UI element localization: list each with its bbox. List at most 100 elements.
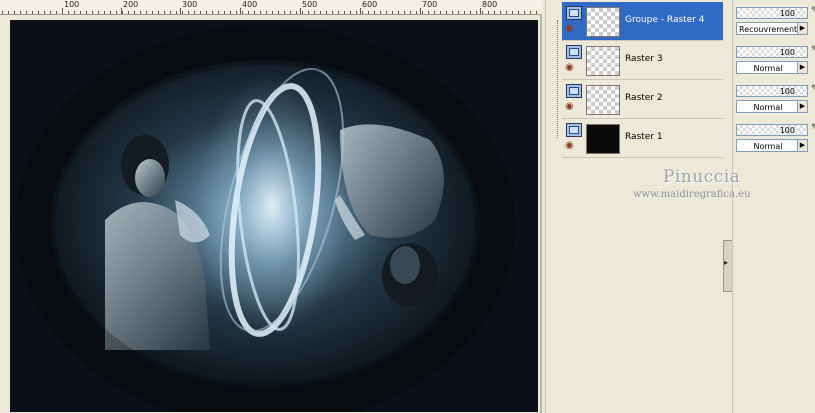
eye-icon[interactable]: ◉: [565, 24, 574, 34]
ruler-minor-tick: [140, 11, 141, 14]
ruler-minor-tick: [284, 11, 285, 14]
ruler-minor-tick: [326, 11, 327, 14]
ruler-minor-tick: [128, 11, 129, 14]
ruler-minor-tick: [38, 11, 39, 14]
canvas-scrollbar[interactable]: [540, 14, 542, 413]
pencil-icon[interactable]: ✎: [811, 84, 815, 98]
opacity-slider[interactable]: 100: [736, 46, 808, 58]
ruler-minor-tick: [500, 11, 501, 14]
layer-row-raster-2[interactable]: ◉ Raster 2: [562, 80, 723, 119]
layer-thumbnail: [586, 124, 620, 154]
ruler-minor-tick: [494, 11, 495, 14]
dropdown-arrow-icon[interactable]: ▶: [797, 140, 807, 151]
ruler-minor-tick: [2, 11, 3, 14]
blend-mode-select[interactable]: Normal ▶: [736, 139, 808, 152]
ruler-minor-tick: [470, 11, 471, 14]
ruler-minor-tick: [152, 11, 153, 14]
panel-splitter[interactable]: [545, 0, 555, 413]
layer-row-raster-1[interactable]: ◉ Raster 1: [562, 119, 723, 158]
ruler-minor-tick: [104, 11, 105, 14]
ruler-minor-tick: [380, 11, 381, 14]
ruler-minor-tick: [248, 11, 249, 14]
blend-mode-select[interactable]: Recouvrement ▶: [736, 22, 808, 35]
ruler-minor-tick: [458, 11, 459, 14]
ruler-minor-tick: [344, 11, 345, 14]
ruler-label: 500: [302, 0, 318, 9]
ruler-minor-tick: [260, 11, 261, 14]
blend-mode-value: Recouvrement: [739, 25, 798, 34]
ruler-minor-tick: [14, 11, 15, 14]
opacity-slider[interactable]: 100: [736, 124, 808, 136]
layer-row-raster-3[interactable]: ◉ Raster 3: [562, 41, 723, 80]
ruler-minor-tick: [518, 11, 519, 14]
ruler-minor-tick: [338, 11, 339, 14]
ruler-minor-tick: [194, 11, 195, 14]
image-canvas[interactable]: [10, 20, 538, 412]
artwork-image: [10, 20, 538, 412]
ruler-minor-tick: [512, 11, 513, 14]
ruler-minor-tick: [56, 11, 57, 14]
ruler-tick: [240, 8, 241, 14]
layer-row-groupe-raster-4[interactable]: ◉ Groupe - Raster 4: [562, 2, 723, 41]
layer-props-2: 100 Normal ▶ ✎: [735, 80, 815, 118]
ruler-minor-tick: [308, 11, 309, 14]
dropdown-arrow-icon[interactable]: ▶: [797, 62, 807, 73]
blend-mode-select[interactable]: Normal ▶: [736, 100, 808, 113]
ruler-minor-tick: [134, 11, 135, 14]
ruler-minor-tick: [386, 11, 387, 14]
ruler-minor-tick: [482, 11, 483, 14]
raster-layer-icon[interactable]: [566, 84, 582, 98]
ruler-minor-tick: [80, 11, 81, 14]
ruler-tick: [480, 8, 481, 14]
ruler-minor-tick: [26, 11, 27, 14]
layer-properties-panel: 100 Recouvrement ▶ ✎ 100 Normal ▶ ✎ 100 …: [732, 0, 815, 413]
horizontal-ruler: 100 200 300 400 500 600 700 800: [0, 0, 542, 15]
ruler-minor-tick: [236, 11, 237, 14]
ruler-minor-tick: [8, 11, 9, 14]
ruler-minor-tick: [392, 11, 393, 14]
ruler-minor-tick: [170, 11, 171, 14]
eye-icon[interactable]: ◉: [565, 102, 574, 112]
ruler-minor-tick: [530, 11, 531, 14]
ruler-minor-tick: [278, 11, 279, 14]
ruler-minor-tick: [290, 11, 291, 14]
ruler-minor-tick: [122, 11, 123, 14]
eye-icon[interactable]: ◉: [565, 141, 574, 151]
ruler-minor-tick: [410, 11, 411, 14]
opacity-slider[interactable]: 100: [736, 7, 808, 19]
raster-layer-icon[interactable]: [566, 45, 582, 59]
ruler-minor-tick: [86, 11, 87, 14]
ruler-minor-tick: [464, 11, 465, 14]
ruler-minor-tick: [422, 11, 423, 14]
layer-props-1: 100 Normal ▶ ✎: [735, 41, 815, 79]
ruler-minor-tick: [350, 11, 351, 14]
raster-layer-icon[interactable]: [566, 123, 582, 137]
layer-name: Raster 2: [625, 93, 663, 103]
raster-layer-icon[interactable]: [566, 6, 582, 20]
pencil-icon[interactable]: ✎: [811, 45, 815, 59]
ruler-minor-tick: [98, 11, 99, 14]
ruler-minor-tick: [254, 11, 255, 14]
dropdown-arrow-icon[interactable]: ▶: [797, 23, 807, 34]
ruler-minor-tick: [110, 11, 111, 14]
pencil-icon[interactable]: ✎: [811, 123, 815, 137]
pencil-icon[interactable]: ✎: [811, 6, 815, 20]
layer-thumbnail: [586, 46, 620, 76]
eye-icon[interactable]: ◉: [565, 63, 574, 73]
layer-thumbnail: [586, 85, 620, 115]
ruler-minor-tick: [212, 11, 213, 14]
blend-mode-value: Normal: [753, 103, 783, 112]
group-tree-line: [557, 20, 559, 138]
opacity-slider[interactable]: 100: [736, 85, 808, 97]
ruler-minor-tick: [182, 11, 183, 14]
layer-props-0: 100 Recouvrement ▶ ✎: [735, 2, 815, 40]
blend-mode-select[interactable]: Normal ▶: [736, 61, 808, 74]
dropdown-arrow-icon[interactable]: ▶: [797, 101, 807, 112]
ruler-minor-tick: [44, 11, 45, 14]
ruler-minor-tick: [224, 11, 225, 14]
ruler-minor-tick: [32, 11, 33, 14]
watermark-name: Pinuccia: [663, 167, 741, 187]
ruler-minor-tick: [188, 11, 189, 14]
blend-mode-value: Normal: [753, 142, 783, 151]
ruler-minor-tick: [74, 11, 75, 14]
